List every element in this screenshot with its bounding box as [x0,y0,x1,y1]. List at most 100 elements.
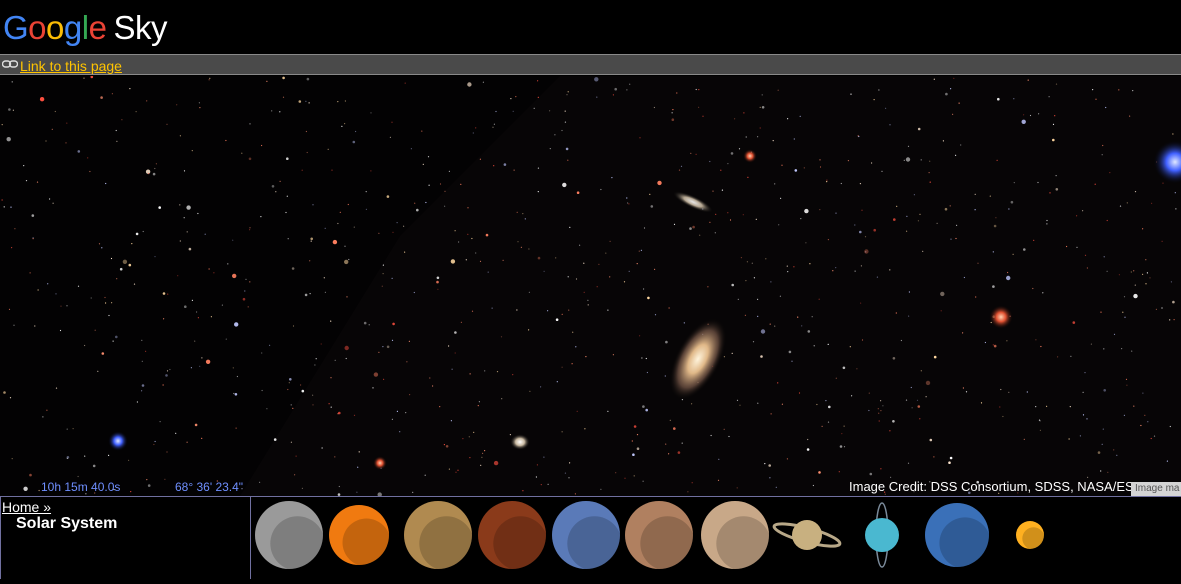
star [146,479,148,481]
star [612,354,615,356]
star [334,456,336,458]
link-to-this-page[interactable]: Link to this page [20,58,122,74]
star [579,244,581,246]
uranus-thumbnail[interactable] [865,502,899,568]
pluto-thumbnail[interactable] [1016,521,1045,550]
star [104,296,106,299]
star [424,474,426,476]
star [391,418,393,420]
star [448,468,450,470]
star [1100,470,1102,472]
star [1052,123,1055,125]
star [576,191,580,194]
star [331,169,333,171]
star [386,345,390,349]
star [856,368,858,370]
star [392,231,394,233]
star [681,442,683,444]
star [623,281,626,283]
star [111,93,113,95]
star [159,421,161,423]
star [632,453,635,457]
star [496,371,499,373]
star [628,270,630,272]
star [382,273,384,275]
star [859,230,862,234]
neptune-thumbnail[interactable] [925,503,991,569]
star [66,457,68,459]
star [382,264,384,266]
mars-thumbnail[interactable] [625,501,695,571]
star [1106,270,1108,272]
planet-shading [567,516,622,571]
earth-thumbnail[interactable] [552,501,622,571]
star [1124,316,1126,318]
star [583,291,585,293]
star [66,305,68,307]
star [772,140,774,142]
sun-thumbnail[interactable] [329,505,391,567]
star [650,205,654,208]
star [715,213,717,215]
sky-map-viewport[interactable]: 10h 15m 40.0s 68° 36' 23.4" Image Credit… [0,76,1181,496]
home-link[interactable]: Home » [2,499,51,515]
star [913,194,916,196]
star [1048,96,1050,98]
star [876,276,879,278]
star [166,370,169,372]
star [1172,133,1174,135]
star [797,316,799,318]
star [950,88,952,90]
sky-image[interactable] [0,76,1181,496]
star [502,259,504,261]
star [769,477,771,479]
star [528,291,531,293]
google-sky-logo[interactable]: Google Sky [3,8,167,48]
star [974,209,976,211]
star [445,445,449,448]
star [847,160,850,162]
star [1035,406,1037,408]
star [414,202,416,204]
venus-thumbnail[interactable] [478,501,548,571]
star [1140,424,1142,427]
star [386,195,390,198]
star [266,80,268,82]
star [950,238,952,240]
star [6,137,11,142]
star [1149,277,1151,279]
star [378,232,380,234]
star [536,464,539,466]
star [740,257,743,259]
star [757,136,759,138]
star [868,392,870,394]
star [1126,202,1128,204]
star [880,410,882,412]
star [878,412,880,414]
star [643,227,646,229]
star [738,148,741,150]
star [528,329,530,331]
jupiter-thumbnail[interactable] [701,501,771,571]
star [186,441,188,443]
saturn-thumbnail[interactable] [772,519,842,550]
star [880,400,882,402]
star [1162,182,1164,184]
star [352,140,356,144]
star [500,336,503,338]
star [537,256,541,260]
mercury-thumbnail[interactable] [404,501,474,571]
star [348,258,350,261]
link-bar: Link to this page [0,54,1181,75]
star [337,222,339,225]
star [873,228,876,232]
star [645,357,647,360]
star [450,420,452,422]
star [154,167,156,170]
star [960,144,962,146]
star [764,463,766,465]
star [843,446,846,448]
star [1130,271,1132,273]
star [1068,438,1070,440]
moon-thumbnail[interactable] [255,501,325,571]
